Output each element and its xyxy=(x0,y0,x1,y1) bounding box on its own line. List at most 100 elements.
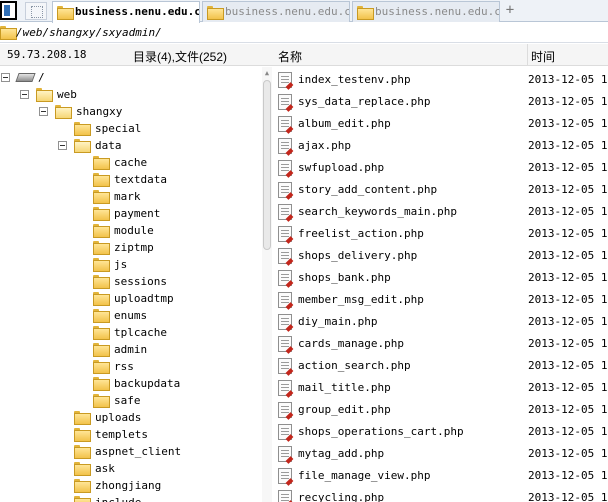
file-row[interactable]: freelist_action.php 2013-12-05 12 xyxy=(275,223,608,245)
tree-item[interactable]: tplcache xyxy=(0,324,260,341)
tree-item-label: mark xyxy=(114,190,141,203)
file-name: ajax.php xyxy=(298,139,351,152)
tree-item[interactable]: rss xyxy=(0,358,260,375)
file-row[interactable]: member_msg_edit.php 2013-12-05 12 xyxy=(275,289,608,311)
tree-item-label: ziptmp xyxy=(114,241,154,254)
column-divider[interactable] xyxy=(527,44,528,66)
tree-item[interactable]: zhongjiang xyxy=(0,477,260,494)
collapse-toggle-icon[interactable] xyxy=(58,141,67,150)
tree-item[interactable]: mark xyxy=(0,188,260,205)
file-row[interactable]: recycling.php 2013-12-05 12 xyxy=(275,487,608,502)
file-time: 2013-12-05 12 xyxy=(528,227,608,240)
file-row[interactable]: story_add_content.php 2013-12-05 12 xyxy=(275,179,608,201)
php-file-icon xyxy=(278,182,292,198)
app-icon[interactable] xyxy=(0,1,17,20)
file-row[interactable]: shops_delivery.php 2013-12-05 12 xyxy=(275,245,608,267)
file-row[interactable]: swfupload.php 2013-12-05 12 xyxy=(275,157,608,179)
folder-icon xyxy=(57,6,74,20)
file-row[interactable]: mytag_add.php 2013-12-05 12 xyxy=(275,443,608,465)
scroll-up-arrow-icon[interactable]: ▲ xyxy=(263,68,271,78)
file-list: index_testenv.php 2013-12-05 12 sys_data_r… xyxy=(275,67,608,502)
tree-item[interactable]: include xyxy=(0,494,260,502)
php-file-icon xyxy=(278,248,292,264)
tree-item[interactable]: templets xyxy=(0,426,260,443)
tree-item[interactable]: uploadtmp xyxy=(0,290,260,307)
tree-item[interactable]: safe xyxy=(0,392,260,409)
file-name: recycling.php xyxy=(298,491,385,502)
file-row[interactable]: search_keywords_main.php 2013-12-05 12 xyxy=(275,201,608,223)
folder-open-icon xyxy=(36,88,53,102)
tree-item-label: rss xyxy=(114,360,134,373)
tree-item[interactable]: web xyxy=(0,86,260,103)
file-row[interactable]: group_edit.php 2013-12-05 12 xyxy=(275,399,608,421)
file-name: group_edit.php xyxy=(298,403,391,416)
tab-3[interactable]: business.nenu.edu.cn xyxy=(352,1,500,22)
tree-item[interactable]: aspnet_client xyxy=(0,443,260,460)
file-row[interactable]: shops_operations_cart.php 2013-12-05 12 xyxy=(275,421,608,443)
collapse-toggle-icon[interactable] xyxy=(39,107,48,116)
tree-item[interactable]: module xyxy=(0,222,260,239)
item-count: 目录(4),文件(252) xyxy=(133,50,228,64)
tree-item[interactable]: ask xyxy=(0,460,260,477)
tree-scrollbar[interactable]: ▲ xyxy=(262,67,272,502)
php-file-icon xyxy=(278,292,292,308)
tree-item-label: ask xyxy=(95,462,115,475)
tree-item-label: shangxy xyxy=(76,105,123,118)
path-bar[interactable]: /web/shangxy/sxyadmin/ xyxy=(0,23,608,43)
tree-item-label: enums xyxy=(114,309,148,322)
folder-icon xyxy=(74,411,91,425)
tree-item[interactable]: shangxy xyxy=(0,103,260,120)
file-row[interactable]: diy_main.php 2013-12-05 12 xyxy=(275,311,608,333)
tree-item[interactable]: ziptmp xyxy=(0,239,260,256)
new-window-icon[interactable] xyxy=(25,2,47,20)
php-file-icon xyxy=(278,490,292,502)
file-name: search_keywords_main.php xyxy=(298,205,457,218)
time-column-header[interactable]: 时间 xyxy=(531,48,555,65)
tree-item[interactable]: textdata xyxy=(0,171,260,188)
collapse-toggle-icon[interactable] xyxy=(1,73,10,82)
tree-item[interactable]: data xyxy=(0,137,260,154)
tab-1[interactable]: business.nenu.edu.cn xyxy=(52,1,200,23)
tab-label: business.nenu.edu.cn xyxy=(75,5,200,18)
file-time: 2013-12-05 12 xyxy=(528,469,608,482)
tree-item[interactable]: / xyxy=(0,69,260,86)
tree-item[interactable]: payment xyxy=(0,205,260,222)
scrollbar-thumb[interactable] xyxy=(263,80,271,250)
folder-icon xyxy=(74,445,91,459)
tree-item-label: uploadtmp xyxy=(114,292,174,305)
file-time: 2013-12-05 12 xyxy=(528,447,608,460)
folder-icon xyxy=(207,6,224,20)
tree-item[interactable]: enums xyxy=(0,307,260,324)
tree-item[interactable]: special xyxy=(0,120,260,137)
host-ip: 59.73.208.18 xyxy=(7,48,87,61)
folder-icon xyxy=(74,496,91,502)
tree-item[interactable]: backupdata xyxy=(0,375,260,392)
folder-icon xyxy=(93,343,110,357)
file-time: 2013-12-05 12 xyxy=(528,315,608,328)
file-row[interactable]: sys_data_replace.php 2013-12-05 12 xyxy=(275,91,608,113)
file-name: album_edit.php xyxy=(298,117,391,130)
tree-item[interactable]: uploads xyxy=(0,409,260,426)
tree-item[interactable]: admin xyxy=(0,341,260,358)
add-tab-button[interactable]: + xyxy=(503,2,517,18)
tree-item[interactable]: cache xyxy=(0,154,260,171)
file-row[interactable]: album_edit.php 2013-12-05 12 xyxy=(275,113,608,135)
folder-open-icon xyxy=(55,105,72,119)
php-file-icon xyxy=(278,314,292,330)
path-text[interactable]: /web/shangxy/sxyadmin/ xyxy=(16,26,162,39)
tree-item[interactable]: js xyxy=(0,256,260,273)
file-time: 2013-12-05 12 xyxy=(528,293,608,306)
folder-icon xyxy=(93,360,110,374)
tree-item[interactable]: sessions xyxy=(0,273,260,290)
php-file-icon xyxy=(278,94,292,110)
file-row[interactable]: action_search.php 2013-12-05 12 xyxy=(275,355,608,377)
file-row[interactable]: index_testenv.php 2013-12-05 12 xyxy=(275,69,608,91)
file-row[interactable]: ajax.php 2013-12-05 12 xyxy=(275,135,608,157)
tab-2[interactable]: business.nenu.edu.cn xyxy=(202,1,350,22)
file-row[interactable]: mail_title.php 2013-12-05 12 xyxy=(275,377,608,399)
collapse-toggle-icon[interactable] xyxy=(20,90,29,99)
name-column-header[interactable]: 名称 xyxy=(278,48,302,65)
file-row[interactable]: shops_bank.php 2013-12-05 12 xyxy=(275,267,608,289)
file-row[interactable]: cards_manage.php 2013-12-05 12 xyxy=(275,333,608,355)
file-row[interactable]: file_manage_view.php 2013-12-05 12 xyxy=(275,465,608,487)
